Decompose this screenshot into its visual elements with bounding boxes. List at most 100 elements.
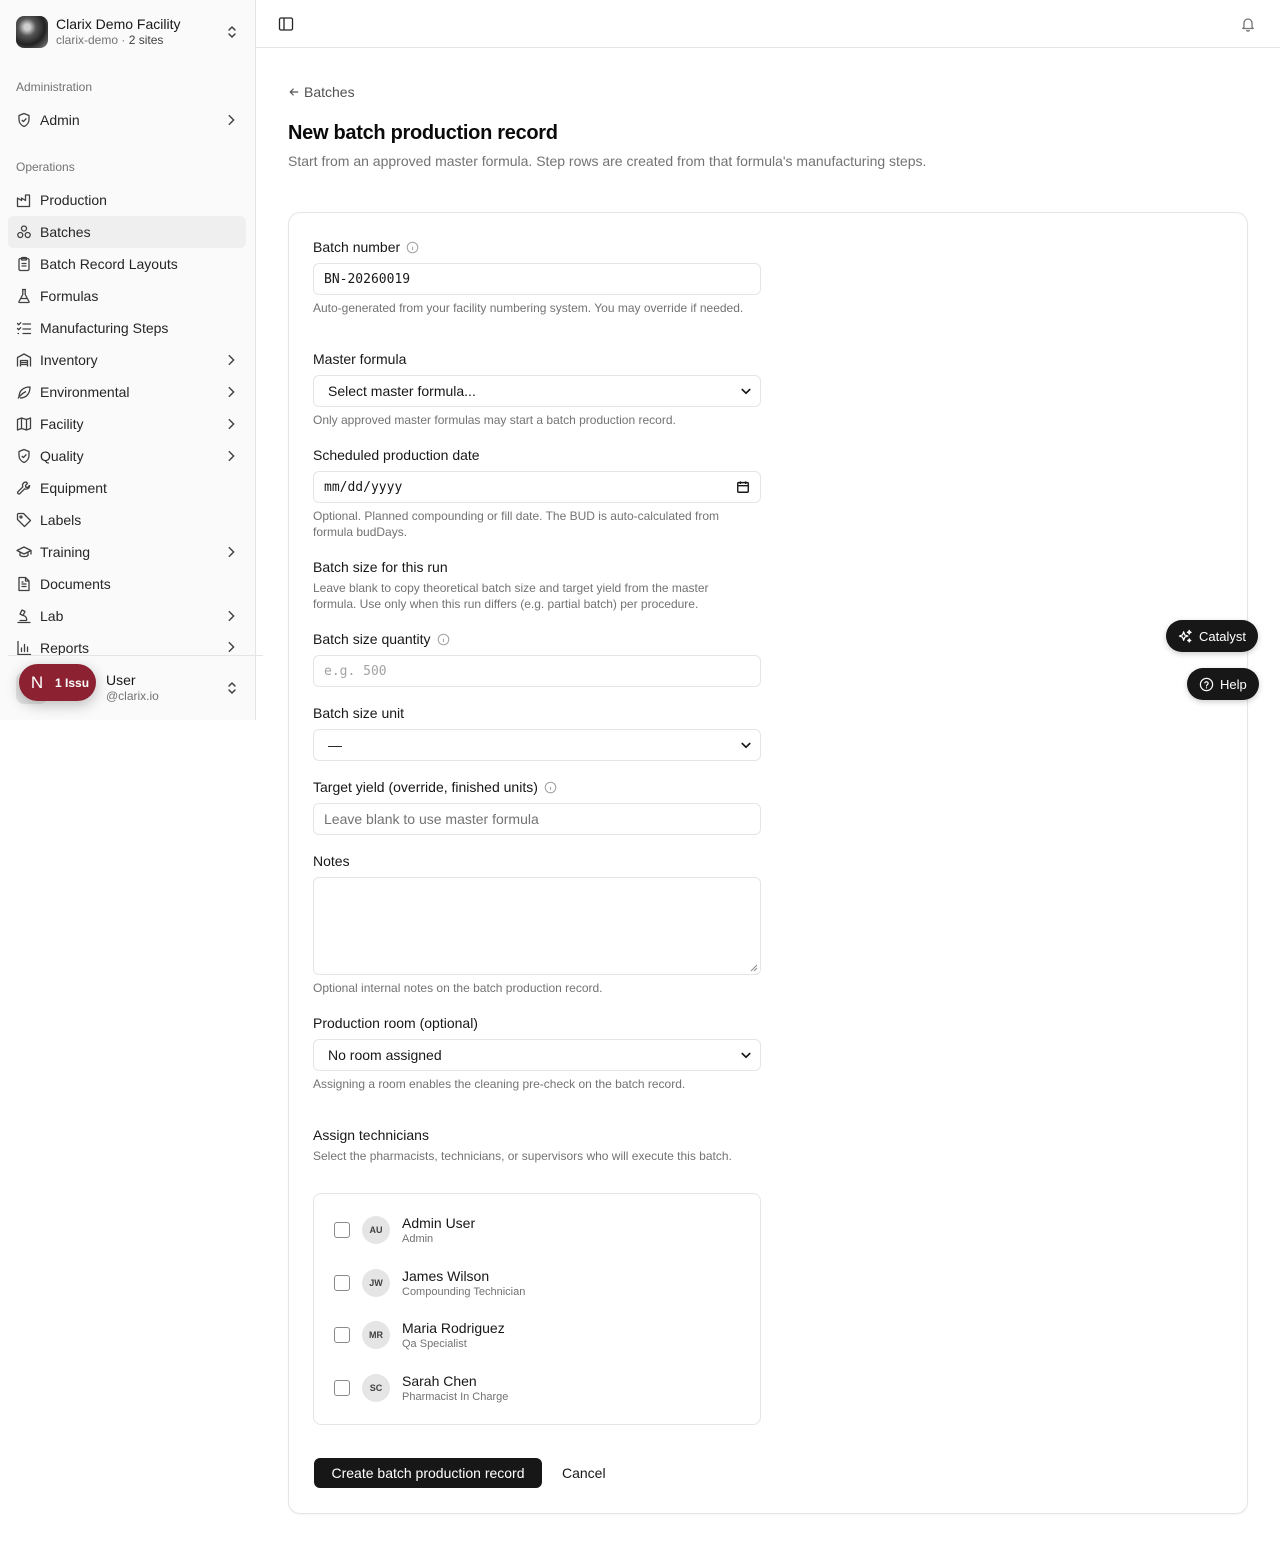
notes-help: Optional internal notes on the batch pro… xyxy=(313,981,603,995)
leaf-icon xyxy=(17,386,31,399)
cancel-button[interactable]: Cancel xyxy=(556,1458,612,1488)
batch-size-unit-select[interactable]: — xyxy=(313,729,761,761)
sidebar-item-inventory[interactable]: Inventory xyxy=(8,344,246,376)
org-switcher[interactable]: Clarix Demo Facility clarix-demo · 2 sit… xyxy=(8,8,248,56)
flask-icon xyxy=(18,288,30,304)
sidebar-item-training[interactable]: Training xyxy=(8,536,246,568)
scheduled-date-placeholder: mm/dd/yyyy xyxy=(324,479,403,495)
calendar-icon[interactable] xyxy=(736,480,750,494)
help-button[interactable]: Help xyxy=(1187,668,1259,700)
production-room-label-text: Production room (optional) xyxy=(313,1015,478,1031)
group-label-operations: Operations xyxy=(16,160,75,174)
catalyst-button[interactable]: Catalyst xyxy=(1166,620,1258,652)
batch-size-quantity-input[interactable]: e.g. 500 xyxy=(313,655,761,687)
batch-size-section-help: Leave blank to copy theoretical batch si… xyxy=(313,581,709,611)
technician-row[interactable]: JW James Wilson Compounding Technician xyxy=(334,1263,734,1303)
technician-row[interactable]: AU Admin User Admin xyxy=(334,1210,734,1250)
technician-avatar: SC xyxy=(362,1374,390,1402)
target-yield-label: Target yield (override, finished units) xyxy=(313,779,557,795)
sidebar-item-quality[interactable]: Quality xyxy=(8,440,246,472)
technician-name: Admin User xyxy=(402,1215,476,1231)
info-icon[interactable] xyxy=(406,241,419,254)
technicians-list: AU Admin User Admin JW James Wilson Comp… xyxy=(313,1193,761,1425)
technician-role: Qa Specialist xyxy=(402,1338,467,1350)
sidebar: Clarix Demo Facility clarix-demo · 2 sit… xyxy=(0,0,263,720)
batch-number-input[interactable]: BN-20260019 xyxy=(313,263,761,295)
technician-checkbox[interactable] xyxy=(334,1380,350,1396)
sidebar-item-reports[interactable]: Reports xyxy=(8,632,246,656)
sidebar-item-label: Admin xyxy=(40,112,80,128)
technician-avatar: AU xyxy=(362,1216,390,1244)
resize-handle-icon[interactable] xyxy=(750,964,758,972)
batch-number-label-text: Batch number xyxy=(313,239,401,255)
technician-checkbox[interactable] xyxy=(334,1222,350,1238)
sidebar-item-environmental[interactable]: Environmental xyxy=(8,376,246,408)
technician-checkbox[interactable] xyxy=(334,1327,350,1343)
org-sites: 2 sites xyxy=(128,33,164,48)
sidebar-item-labels[interactable]: Labels xyxy=(8,504,246,536)
batch-size-quantity-label-text: Batch size quantity xyxy=(313,631,431,647)
file-text-icon xyxy=(18,576,30,592)
technician-checkbox[interactable] xyxy=(334,1275,350,1291)
top-bar xyxy=(256,0,1280,48)
chevron-right-icon xyxy=(228,354,235,366)
notes-textarea[interactable] xyxy=(313,877,761,975)
technician-row[interactable]: SC Sarah Chen Pharmacist In Charge xyxy=(334,1368,734,1408)
master-formula-select[interactable]: Select master formula... xyxy=(313,375,761,407)
bell-icon[interactable] xyxy=(1240,16,1256,32)
sidebar-item-label: Manufacturing Steps xyxy=(40,320,169,336)
user-email: @clarix.io xyxy=(106,689,159,704)
issues-badge[interactable]: N 1 Issu xyxy=(19,664,96,701)
master-formula-value: Select master formula... xyxy=(328,383,476,399)
technician-row[interactable]: MR Maria Rodriguez Qa Specialist xyxy=(334,1315,734,1355)
scheduled-date-label-text: Scheduled production date xyxy=(313,447,480,463)
page-title: New batch production record xyxy=(288,122,558,144)
sidebar-item-label: Lab xyxy=(40,608,64,624)
chevron-right-icon xyxy=(228,546,235,558)
sidebar-item-label: Production xyxy=(40,192,107,208)
chevrons-up-down-icon xyxy=(228,682,236,694)
sidebar-item-formulas[interactable]: Formulas xyxy=(8,280,246,312)
create-batch-button[interactable]: Create batch production record xyxy=(314,1458,542,1488)
help-circle-icon xyxy=(1199,677,1214,691)
sidebar-item-label: Inventory xyxy=(40,352,98,368)
batch-size-unit-value: — xyxy=(328,737,342,753)
sidebar-item-label: Quality xyxy=(40,448,84,464)
sidebar-item-batch-record-layouts[interactable]: Batch Record Layouts xyxy=(8,248,246,280)
shield-check-icon xyxy=(18,112,30,128)
sidebar-item-lab[interactable]: Lab xyxy=(8,600,246,632)
sidebar-item-label: Equipment xyxy=(40,480,107,496)
page-description: Start from an approved master formula. S… xyxy=(288,153,927,169)
sidebar-item-admin[interactable]: Admin xyxy=(8,104,246,136)
notes-label-text: Notes xyxy=(313,853,350,869)
batch-size-unit-label: Batch size unit xyxy=(313,705,404,721)
back-to-batches-link[interactable]: Batches xyxy=(288,84,355,100)
scheduled-date-help: Optional. Planned compounding or fill da… xyxy=(313,509,720,539)
chevron-right-icon xyxy=(228,641,235,653)
map-icon xyxy=(16,417,32,431)
sidebar-item-production[interactable]: Production xyxy=(8,184,246,216)
sidebar-item-facility[interactable]: Facility xyxy=(8,408,246,440)
production-room-help: Assigning a room enables the cleaning pr… xyxy=(313,1077,686,1091)
org-slug: clarix-demo xyxy=(56,33,119,48)
technician-name: Sarah Chen xyxy=(402,1373,477,1389)
microscope-icon xyxy=(17,609,31,624)
chevron-down-icon xyxy=(741,742,751,749)
batch-size-unit-label-text: Batch size unit xyxy=(313,705,405,721)
user-name: User xyxy=(106,672,136,689)
sidebar-item-documents[interactable]: Documents xyxy=(8,568,246,600)
sidebar-item-equipment[interactable]: Equipment xyxy=(8,472,246,504)
sidebar-item-label: Formulas xyxy=(40,288,99,304)
target-yield-input[interactable]: Leave blank to use master formula xyxy=(313,803,761,835)
sidebar-item-batches[interactable]: Batches xyxy=(8,216,246,248)
scheduled-date-input[interactable]: mm/dd/yyyy xyxy=(313,471,761,503)
info-icon[interactable] xyxy=(437,633,450,646)
info-icon[interactable] xyxy=(544,781,557,794)
sidebar-toggle-icon[interactable] xyxy=(278,16,294,32)
org-name: Clarix Demo Facility xyxy=(56,16,181,33)
production-room-select[interactable]: No room assigned xyxy=(313,1039,761,1071)
chevron-right-icon xyxy=(228,418,235,430)
sidebar-item-manufacturing-steps[interactable]: Manufacturing Steps xyxy=(8,312,246,344)
catalyst-label: Catalyst xyxy=(1199,628,1246,644)
batch-size-quantity-placeholder: e.g. 500 xyxy=(324,663,387,679)
